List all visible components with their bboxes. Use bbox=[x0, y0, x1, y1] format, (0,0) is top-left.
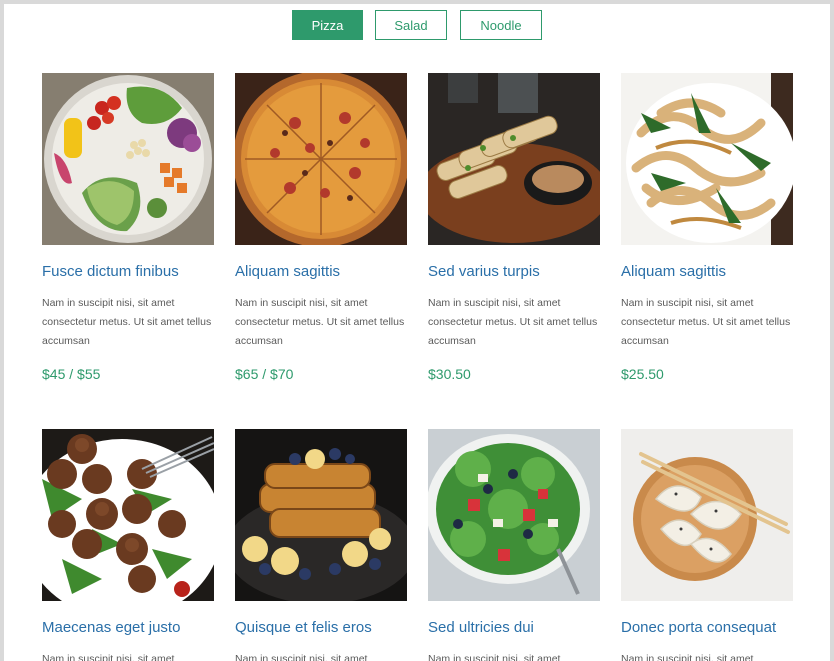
french-toast-image[interactable] bbox=[235, 429, 407, 601]
greek-salad-image[interactable] bbox=[428, 429, 600, 601]
product-title[interactable]: Fusce dictum finibus bbox=[42, 263, 179, 280]
buddha-bowl-image[interactable] bbox=[42, 73, 214, 245]
product-description: Nam in suscipit nisi, sit amet bbox=[235, 653, 368, 661]
product-description: Nam in suscipit nisi, sit amet consectet… bbox=[42, 297, 212, 347]
product-description: Nam in suscipit nisi, sit amet consectet… bbox=[235, 297, 405, 347]
pasta-image[interactable] bbox=[621, 73, 793, 245]
product-price: $45 / $55 bbox=[42, 366, 101, 382]
product-title[interactable]: Donec porta consequat bbox=[621, 619, 776, 636]
product-title[interactable]: Quisque et felis eros bbox=[235, 619, 372, 636]
dumplings-image[interactable] bbox=[621, 429, 793, 601]
product-description: Nam in suscipit nisi, sit amet bbox=[428, 653, 561, 661]
tab-pizza[interactable]: Pizza bbox=[292, 10, 363, 40]
product-title[interactable]: Aliquam sagittis bbox=[621, 263, 726, 280]
product-price: $30.50 bbox=[428, 366, 471, 382]
product-title[interactable]: Aliquam sagittis bbox=[235, 263, 340, 280]
product-description: Nam in suscipit nisi, sit amet consectet… bbox=[621, 297, 791, 347]
tab-salad[interactable]: Salad bbox=[375, 10, 447, 40]
product-description: Nam in suscipit nisi, sit amet bbox=[42, 653, 175, 661]
meatballs-image[interactable] bbox=[42, 429, 214, 601]
spring-rolls-image[interactable] bbox=[428, 73, 600, 245]
category-tabs: Pizza Salad Noodle bbox=[4, 10, 830, 42]
product-description: Nam in suscipit nisi, sit amet consectet… bbox=[428, 297, 598, 347]
product-price: $65 / $70 bbox=[235, 366, 294, 382]
product-title[interactable]: Sed varius turpis bbox=[428, 263, 540, 280]
pizza-image[interactable] bbox=[235, 73, 407, 245]
product-description: Nam in suscipit nisi, sit amet bbox=[621, 653, 754, 661]
product-price: $25.50 bbox=[621, 366, 664, 382]
tab-noodle[interactable]: Noodle bbox=[460, 10, 542, 40]
page: Pizza Salad Noodle Fusce dictum finibus … bbox=[4, 4, 830, 661]
product-title[interactable]: Sed ultricies dui bbox=[428, 619, 534, 636]
product-title[interactable]: Maecenas eget justo bbox=[42, 619, 180, 636]
